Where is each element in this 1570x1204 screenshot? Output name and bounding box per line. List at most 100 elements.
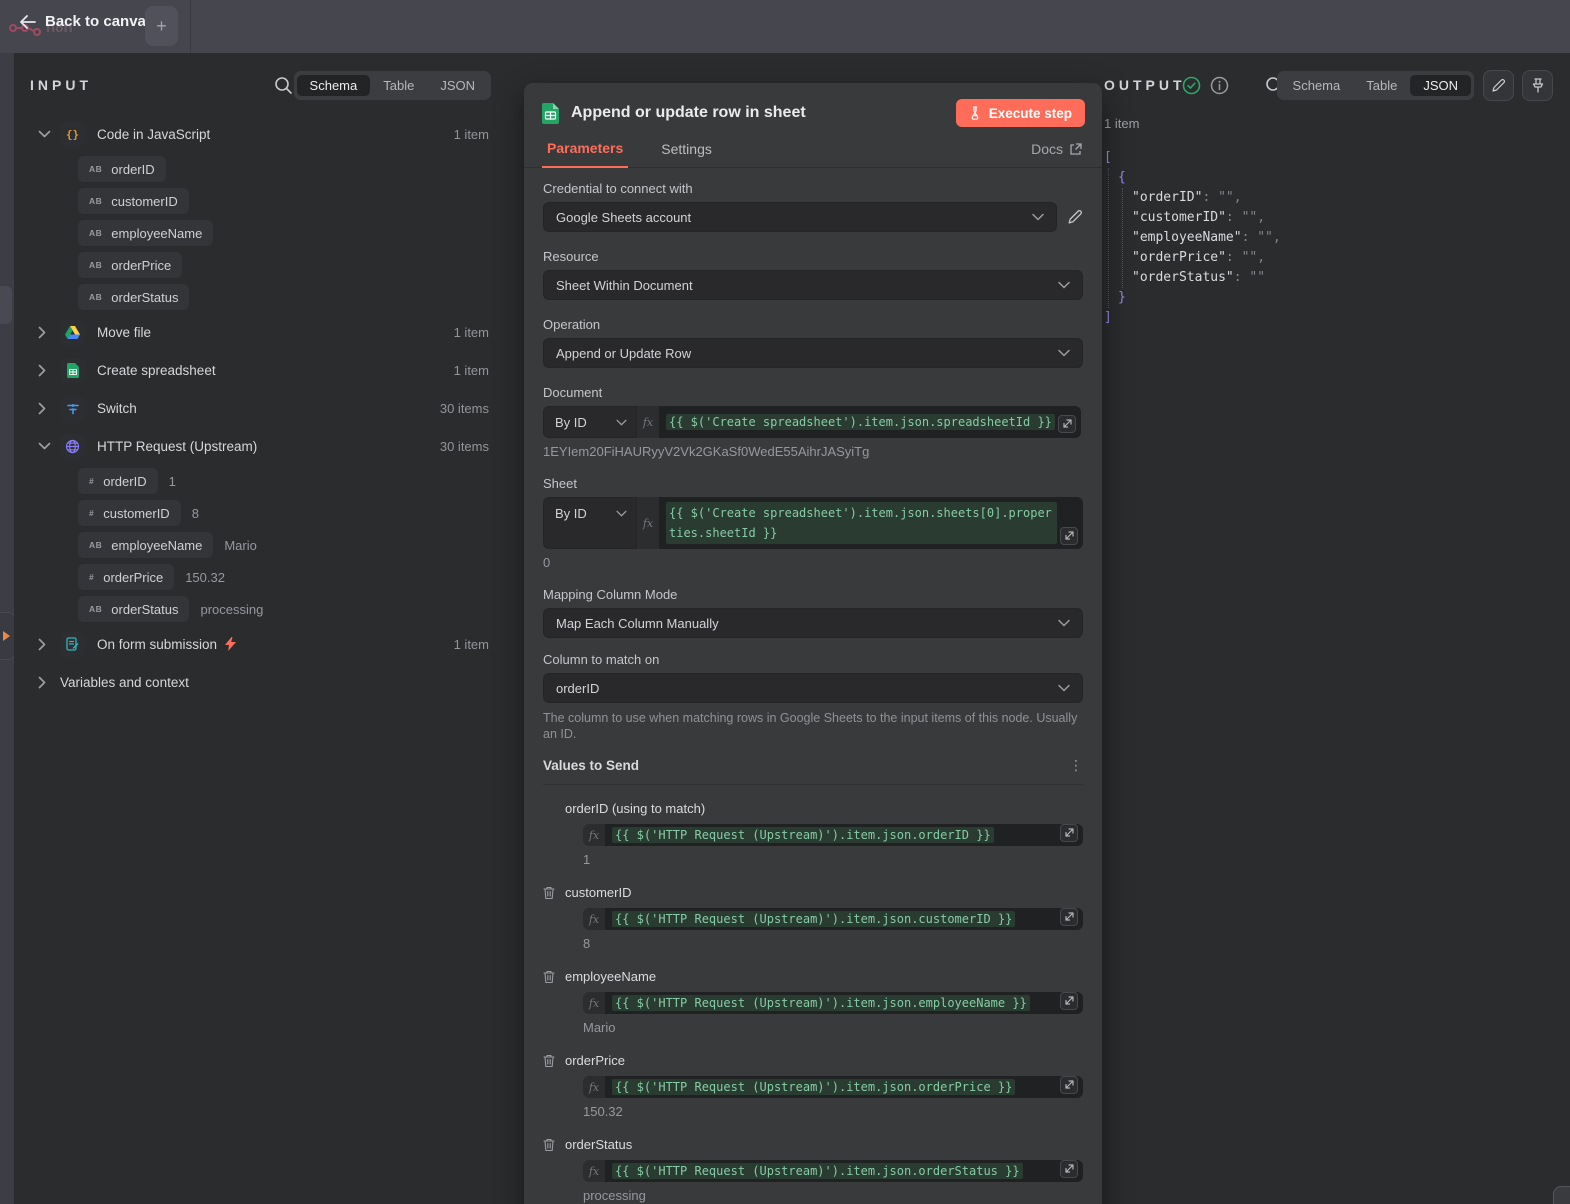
chevron-down-icon: [1058, 684, 1070, 692]
output-tab-schema[interactable]: Schema: [1280, 75, 1354, 96]
back-to-canvas-button[interactable]: Back to canvas: [14, 9, 160, 34]
chevron-right-icon[interactable]: [38, 364, 60, 377]
new-tab-button[interactable]: +: [145, 6, 178, 46]
input-node-row[interactable]: {}Code in JavaScript1 item: [14, 115, 503, 153]
mapping-mode-select[interactable]: Map Each Column Manually: [543, 608, 1083, 638]
schema-field-pill[interactable]: #orderPrice: [78, 564, 174, 590]
resource-select[interactable]: Sheet Within Document: [543, 270, 1083, 300]
input-tab-table[interactable]: Table: [370, 75, 427, 96]
tab-settings[interactable]: Settings: [661, 141, 712, 167]
schema-field-row: #customerID8: [14, 497, 503, 529]
chevron-down-icon: [616, 510, 627, 517]
schema-field-pill[interactable]: #customerID: [78, 500, 181, 526]
output-tab-json[interactable]: JSON: [1410, 75, 1471, 96]
execute-step-button[interactable]: Execute step: [956, 99, 1085, 127]
open-expression-editor-button[interactable]: [1060, 908, 1078, 926]
output-tab-table[interactable]: Table: [1353, 75, 1410, 96]
delete-column-icon[interactable]: [543, 1138, 565, 1152]
column-expression-field[interactable]: {{ $('HTTP Request (Upstream)').item.jso…: [605, 1160, 1083, 1182]
tab-parameters[interactable]: Parameters: [542, 140, 628, 168]
open-expression-editor-button[interactable]: [1058, 415, 1076, 433]
resolved-value: 8: [583, 936, 1083, 951]
column-label: orderPrice: [565, 1053, 625, 1068]
input-node-row[interactable]: Create spreadsheet1 item: [14, 351, 503, 389]
schema-field-pill[interactable]: ABemployeeName: [78, 532, 213, 558]
fx-icon: fx: [637, 406, 659, 438]
chevron-right-icon[interactable]: [38, 676, 60, 689]
input-schema-tree: {}Code in JavaScript1 item ABorderID ABcus…: [14, 115, 503, 701]
open-expression-editor-button[interactable]: [1060, 1160, 1078, 1178]
node-details-view: INPUT SchemaTableJSON {}Code in JavaScri…: [14, 53, 1570, 1204]
open-expression-editor-button[interactable]: [1060, 992, 1078, 1010]
value-to-send-row: customerIDfx{{ $('HTTP Request (Upstream…: [543, 885, 1083, 951]
schema-field-row: #orderPrice150.32: [14, 561, 503, 593]
help-bubble[interactable]: [1553, 1186, 1570, 1204]
sheet-label: Sheet: [543, 476, 1083, 491]
sheet-mode-select[interactable]: By ID: [543, 497, 637, 549]
schema-field-pill[interactable]: ABorderID: [78, 156, 166, 182]
pin-data-button[interactable]: [1522, 70, 1553, 101]
delete-column-icon[interactable]: [543, 970, 565, 984]
input-search-icon[interactable]: [274, 76, 293, 95]
column-expression-field[interactable]: {{ $('HTTP Request (Upstream)').item.jso…: [605, 824, 1083, 846]
schema-field-pill[interactable]: ABorderStatus: [78, 596, 189, 622]
input-node-row[interactable]: Switch30 items: [14, 389, 503, 427]
schema-field-pill[interactable]: ABemployeeName: [78, 220, 213, 246]
credential-select[interactable]: Google Sheets account: [543, 202, 1057, 232]
values-to-send-title: Values to Send: [543, 758, 639, 773]
back-to-canvas-label: Back to canvas: [45, 13, 154, 30]
values-menu-icon[interactable]: ⋮: [1069, 757, 1083, 774]
output-items-count: 1 item: [1104, 116, 1139, 131]
input-node-row[interactable]: Variables and context: [14, 663, 503, 701]
input-tab-json[interactable]: JSON: [427, 75, 488, 96]
edit-credential-icon[interactable]: [1067, 209, 1083, 225]
open-expression-editor-button[interactable]: [1060, 824, 1078, 842]
column-expression-field[interactable]: {{ $('HTTP Request (Upstream)').item.jso…: [605, 908, 1083, 930]
input-panel-title: INPUT: [30, 77, 92, 93]
open-expression-editor-button[interactable]: [1060, 527, 1078, 545]
delete-column-icon[interactable]: [543, 1054, 565, 1068]
input-panel: INPUT SchemaTableJSON {}Code in JavaScri…: [14, 53, 503, 1204]
field-type-badge: AB: [89, 292, 102, 302]
back-arrow-icon: [20, 15, 36, 29]
schema-field-pill[interactable]: AB orderStatus: [78, 284, 189, 310]
field-name: orderStatus: [111, 290, 178, 305]
input-node-row[interactable]: On form submission1 item: [14, 625, 503, 663]
input-node-row[interactable]: Move file1 item: [14, 313, 503, 351]
chevron-right-icon[interactable]: [38, 326, 60, 339]
schema-field-pill[interactable]: #orderID: [78, 468, 158, 494]
input-node-row[interactable]: HTTP Request (Upstream)30 items: [14, 427, 503, 465]
sheet-expression-field[interactable]: {{ $('Create spreadsheet').item.json.she…: [659, 497, 1083, 549]
open-expression-editor-button[interactable]: [1060, 1076, 1078, 1094]
field-name: orderPrice: [111, 258, 171, 273]
match-column-select[interactable]: orderID: [543, 673, 1083, 703]
info-icon[interactable]: [1210, 76, 1229, 95]
schema-field-pill[interactable]: ABcustomerID: [78, 188, 189, 214]
chevron-down-icon: [1032, 213, 1044, 221]
node-item-count: 30 items: [440, 439, 489, 454]
field-type-badge: #: [89, 508, 94, 518]
schema-field-row: ABemployeeNameMario: [14, 529, 503, 561]
sheet-resolved-value: 0: [543, 555, 1083, 570]
document-expression-field[interactable]: {{ $('Create spreadsheet').item.json.spr…: [659, 406, 1081, 438]
schema-field-pill[interactable]: ABorderPrice: [78, 252, 182, 278]
output-view-tabs: SchemaTableJSON: [1277, 71, 1474, 100]
chevron-down-icon: [1058, 281, 1070, 289]
chevron-right-icon[interactable]: [38, 402, 60, 415]
delete-column-icon[interactable]: [543, 886, 565, 900]
input-tab-schema[interactable]: Schema: [297, 75, 371, 96]
trigger-bolt-icon: [225, 637, 236, 651]
column-expression-field[interactable]: {{ $('HTTP Request (Upstream)').item.jso…: [605, 1076, 1083, 1098]
chevron-down-icon[interactable]: [38, 442, 60, 451]
column-expression-field[interactable]: {{ $('HTTP Request (Upstream)').item.jso…: [605, 992, 1083, 1014]
document-mode-select[interactable]: By ID: [543, 406, 637, 438]
field-value: 1: [169, 474, 176, 489]
chevron-down-icon[interactable]: [38, 130, 60, 139]
docs-link[interactable]: Docs: [1031, 141, 1082, 167]
edit-output-button[interactable]: [1483, 70, 1514, 101]
chevron-right-icon[interactable]: [38, 638, 60, 651]
node-title: Append or update row in sheet: [571, 104, 956, 122]
operation-select[interactable]: Append or Update Row: [543, 338, 1083, 368]
credential-label: Credential to connect with: [543, 181, 1083, 196]
field-name: orderPrice: [103, 570, 163, 585]
